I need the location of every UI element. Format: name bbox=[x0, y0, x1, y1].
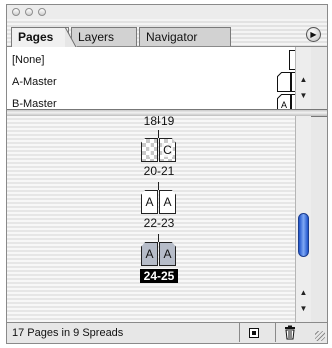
triangle-right-icon: ▶ bbox=[310, 30, 317, 39]
new-page-icon bbox=[249, 328, 259, 338]
pages-scrollbar[interactable]: ▲ ▼ bbox=[295, 116, 311, 324]
spread-label-18-19[interactable]: 18-19 bbox=[7, 116, 311, 128]
page-22[interactable]: A bbox=[141, 190, 158, 214]
master-label: A-Master bbox=[12, 76, 57, 88]
status-bar: 17 Pages in 9 Spreads bbox=[7, 322, 327, 343]
tab-pages-label: Pages bbox=[18, 30, 54, 44]
new-page-button[interactable] bbox=[239, 323, 267, 342]
pages-palette: Pages Layers Navigator ▶ [None] A-Master bbox=[6, 4, 328, 344]
tab-bar: Pages Layers Navigator ▶ bbox=[7, 19, 327, 47]
tab-navigator-label: Navigator bbox=[146, 30, 198, 44]
spread-spine bbox=[158, 234, 159, 242]
page-25[interactable]: A bbox=[159, 242, 176, 266]
scroll-thumb[interactable] bbox=[298, 213, 309, 257]
status-text: 17 Pages in 9 Spreads bbox=[12, 327, 124, 339]
close-button[interactable] bbox=[12, 8, 20, 16]
page-20[interactable] bbox=[141, 138, 158, 162]
spread-label-22-23[interactable]: 22-23 bbox=[7, 216, 311, 230]
page-21[interactable]: C bbox=[159, 138, 176, 162]
page-23[interactable]: A bbox=[159, 190, 176, 214]
scroll-up-arrow-icon[interactable]: ▲ bbox=[296, 73, 311, 86]
page-letter: A bbox=[281, 100, 287, 109]
page-24[interactable]: A bbox=[141, 242, 158, 266]
spread-spine bbox=[158, 182, 159, 190]
scroll-up-arrow-icon[interactable]: ▲ bbox=[296, 286, 311, 299]
minimize-button[interactable] bbox=[25, 8, 33, 16]
resize-grip-icon[interactable] bbox=[315, 331, 325, 341]
master-label: [None] bbox=[12, 54, 45, 66]
spread-spine bbox=[158, 130, 159, 138]
title-bar bbox=[7, 5, 327, 19]
palette-menu-button[interactable]: ▶ bbox=[306, 27, 321, 42]
tab-pages[interactable]: Pages bbox=[11, 27, 77, 47]
master-item-b[interactable]: B-Master A A bbox=[7, 93, 311, 109]
scroll-down-arrow-icon[interactable]: ▼ bbox=[296, 89, 311, 102]
master-item-none[interactable]: [None] bbox=[7, 49, 311, 71]
delete-page-button[interactable] bbox=[275, 323, 303, 342]
pages-list: 18-19 C 20-21 A A 22-23 A A 24-25 ▲ ▼ bbox=[7, 116, 311, 324]
master-label: B-Master bbox=[12, 98, 57, 109]
zoom-button[interactable] bbox=[38, 8, 46, 16]
tab-navigator[interactable]: Navigator bbox=[139, 27, 231, 46]
tab-layers-label: Layers bbox=[78, 30, 115, 44]
scroll-down-arrow-icon[interactable]: ▼ bbox=[296, 302, 311, 315]
masters-list: [None] A-Master B-Master A A ▲ ▼ bbox=[7, 47, 311, 109]
spread-label-20-21[interactable]: 20-21 bbox=[7, 164, 311, 178]
master-item-a[interactable]: A-Master bbox=[7, 71, 311, 93]
spread-label-24-25[interactable]: 24-25 bbox=[7, 269, 311, 283]
tab-layers[interactable]: Layers bbox=[71, 27, 137, 46]
masters-scrollbar[interactable]: ▲ ▼ bbox=[295, 47, 311, 109]
trash-icon bbox=[285, 325, 295, 340]
